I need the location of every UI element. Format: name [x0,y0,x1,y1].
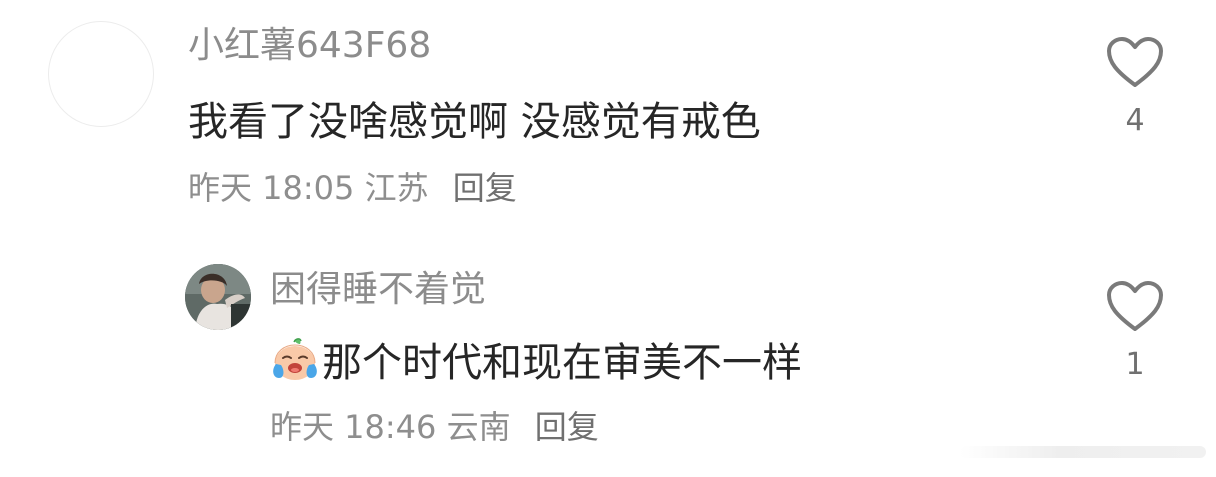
comment-list: 小红薯643F68 我看了没啥感觉啊 没感觉有戒色 昨天 18:05 江苏 回复… [0,0,1216,477]
watermark-bar [960,446,1206,458]
like-button[interactable]: 1 [1105,280,1165,380]
comment-meta: 昨天 18:46 云南 回复 [270,411,599,443]
heart-icon [1107,37,1163,87]
crying-face-emoji [273,338,317,380]
comment-time: 昨天 18:46 [270,408,437,446]
comment-text[interactable]: 我看了没啥感觉啊 没感觉有戒色 [188,102,761,142]
comment-time: 昨天 18:05 [188,169,355,207]
comment-location: 江苏 [364,169,429,207]
comment-meta: 昨天 18:05 江苏 回复 [188,172,517,204]
like-button[interactable]: 4 [1105,36,1165,136]
heart-icon [1107,281,1163,331]
reply-button[interactable]: 回复 [535,408,599,446]
avatar-photo-image [185,264,251,330]
comment-text-content: 那个时代和现在审美不一样 [322,340,802,386]
comment-username[interactable]: 小红薯643F68 [188,28,431,64]
comment-text[interactable]: 那个时代和现在审美不一样 [270,338,802,383]
like-count: 1 [1125,347,1145,382]
comment-username[interactable]: 困得睡不着觉 [270,272,486,308]
like-count: 4 [1125,103,1145,138]
comment-location: 云南 [446,408,511,446]
avatar[interactable] [48,21,154,127]
avatar[interactable] [185,264,251,330]
reply-button[interactable]: 回复 [453,169,517,207]
